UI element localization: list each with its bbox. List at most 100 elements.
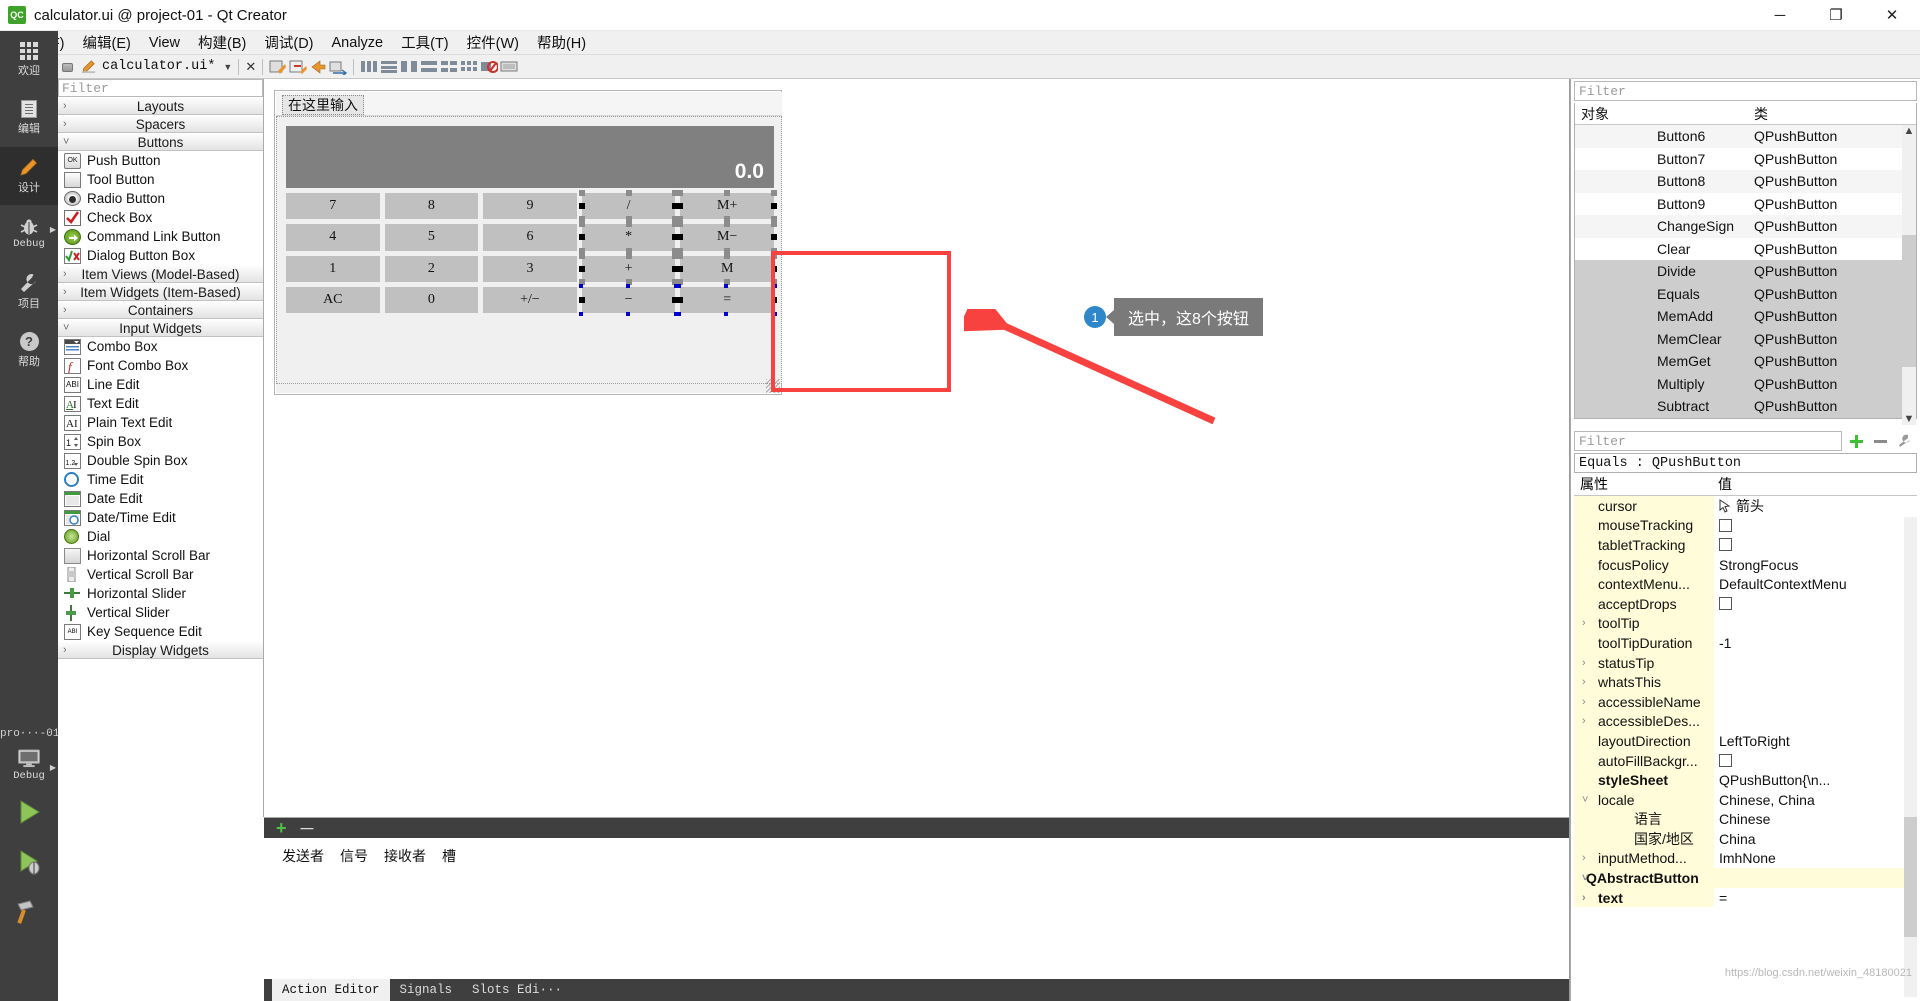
calc-button-2[interactable]: 2: [384, 255, 479, 282]
property-row-tooltip[interactable]: › toolTip: [1574, 613, 1917, 634]
resize-grip[interactable]: [766, 379, 780, 393]
widget-item-command-link-button[interactable]: Command Link Button: [58, 227, 263, 246]
widget-group-item-widgets[interactable]: › Item Widgets (Item-Based): [58, 283, 263, 301]
property-value-cell[interactable]: [1714, 653, 1917, 673]
object-row-equals[interactable]: Equals QPushButton: [1575, 282, 1916, 305]
lock-icon[interactable]: [62, 58, 79, 75]
widget-item-push-button[interactable]: OK Push Button: [58, 151, 263, 170]
widget-item-spin-box[interactable]: 1 Spin Box: [58, 432, 263, 451]
menu-build[interactable]: 构建(B): [189, 30, 255, 55]
property-value-cell[interactable]: [1714, 712, 1917, 732]
property-value-cell[interactable]: [1714, 692, 1917, 712]
form-menu-placeholder[interactable]: 在这里输入: [282, 95, 364, 115]
widget-item-date-edit[interactable]: Date Edit: [58, 489, 263, 508]
property-value-cell[interactable]: [1714, 868, 1917, 888]
chevron-right-icon[interactable]: ›: [1582, 892, 1586, 904]
object-row-memclear[interactable]: MemClear QPushButton: [1575, 327, 1916, 350]
property-value-cell[interactable]: [1714, 516, 1917, 536]
mode-debug[interactable]: Debug ▶: [0, 205, 58, 263]
menu-analyze[interactable]: Analyze: [323, 33, 393, 53]
property-checkbox[interactable]: [1719, 754, 1732, 768]
property-row-tablettracking[interactable]: tabletTracking: [1574, 535, 1917, 555]
property-row-[interactable]: 国家/地区 China: [1574, 829, 1917, 849]
calc-button-Mx[interactable]: M−: [677, 221, 777, 254]
widget-item-check-box[interactable]: Check Box: [58, 208, 263, 227]
object-inspector-filter[interactable]: Filter: [1574, 81, 1917, 101]
property-row-accessibledes[interactable]: › accessibleDes...: [1574, 711, 1917, 732]
mode-edit[interactable]: 编辑: [0, 89, 58, 147]
property-value-cell[interactable]: [1714, 672, 1917, 692]
property-row-stylesheet[interactable]: styleSheet QPushButton{\n...: [1574, 770, 1917, 790]
calc-button-+[interactable]: +: [578, 252, 679, 285]
calc-button-=[interactable]: =: [677, 283, 777, 316]
property-value-cell[interactable]: -1: [1714, 633, 1917, 653]
property-value-cell[interactable]: DefaultContextMenu: [1714, 574, 1917, 594]
start-debugging-button[interactable]: [0, 837, 58, 887]
property-row-qabstractbutton[interactable]: ˅ QAbstractButton: [1574, 868, 1917, 888]
property-value-cell[interactable]: [1714, 594, 1917, 614]
widget-item-key-sequence-edit[interactable]: ABI Key Sequence Edit: [58, 622, 263, 641]
build-button[interactable]: [0, 887, 58, 937]
object-inspector-scrollbar[interactable]: ▲ ▼: [1902, 125, 1916, 425]
property-value-cell[interactable]: StrongFocus: [1714, 555, 1917, 575]
widget-item-date-time-edit[interactable]: Date/Time Edit: [58, 508, 263, 527]
edit-pencil-icon[interactable]: [81, 59, 96, 74]
run-button[interactable]: [0, 787, 58, 837]
menu-help[interactable]: 帮助(H): [528, 30, 595, 55]
calc-button-/[interactable]: /: [578, 190, 679, 223]
widget-group-item-views[interactable]: › Item Views (Model-Based): [58, 265, 263, 283]
calc-button-x[interactable]: −: [578, 283, 679, 316]
menu-window[interactable]: 控件(W): [458, 30, 528, 55]
widget-item-vertical-scroll-bar[interactable]: Vertical Scroll Bar: [58, 565, 263, 584]
property-row-acceptdrops[interactable]: acceptDrops: [1574, 593, 1917, 614]
calculator-display[interactable]: 0.0: [286, 126, 774, 188]
property-value-cell[interactable]: LeftToRight: [1714, 731, 1917, 751]
calc-button-4[interactable]: 4: [286, 224, 380, 251]
calc-button-M+[interactable]: M+: [677, 190, 777, 223]
widget-item-time-edit[interactable]: Time Edit: [58, 470, 263, 489]
minus-icon[interactable]: [1873, 434, 1888, 449]
form-editor[interactable]: 在这里输入 0.0 7 8 9 / M+ 4 5 6 * M− 1 2 3 + M AC 0 +/− − = 1 选中…: [264, 79, 1570, 817]
calc-button-8[interactable]: 8: [384, 193, 479, 220]
widget-group-display-widgets[interactable]: › Display Widgets: [58, 641, 263, 659]
widget-item-radio-button[interactable]: Radio Button: [58, 189, 263, 208]
scroll-thumb[interactable]: [1904, 817, 1917, 937]
widget-item-line-edit[interactable]: ABI Line Edit: [58, 375, 263, 394]
property-value-cell[interactable]: [1714, 535, 1917, 555]
edit-buddies-icon[interactable]: [309, 58, 327, 75]
property-value-cell[interactable]: Chinese: [1714, 810, 1917, 830]
scroll-thumb[interactable]: [1902, 235, 1916, 367]
bottom-tab-slots-edi-[interactable]: Slots Edi···: [462, 979, 572, 1001]
property-row-contextmenu[interactable]: contextMenu... DefaultContextMenu: [1574, 574, 1917, 594]
calc-button-5[interactable]: 5: [384, 224, 479, 251]
chevron-right-icon[interactable]: ›: [1582, 617, 1586, 629]
widget-item-vertical-slider[interactable]: Vertical Slider: [58, 603, 263, 622]
layout-form-icon[interactable]: [440, 58, 458, 75]
object-row-memadd[interactable]: MemAdd QPushButton: [1575, 305, 1916, 328]
mode-projects[interactable]: 项目: [0, 263, 58, 321]
column-object[interactable]: 对象: [1575, 103, 1750, 124]
object-row-button6[interactable]: Button6 QPushButton: [1575, 125, 1916, 148]
property-editor-scrollbar[interactable]: [1904, 517, 1917, 997]
ss-column-0[interactable]: 发送者: [282, 846, 324, 866]
property-row-tooltipduration[interactable]: toolTipDuration -1: [1574, 633, 1917, 653]
chevron-right-icon[interactable]: ›: [1582, 696, 1586, 708]
column-value[interactable]: 值: [1714, 474, 1917, 494]
widget-box-filter[interactable]: Filter: [58, 79, 263, 97]
mode-help[interactable]: ? 帮助: [0, 321, 58, 379]
chevron-down-icon[interactable]: ▼: [223, 62, 232, 72]
widget-group-buttons[interactable]: ˅ Buttons: [58, 133, 263, 151]
wrench-icon[interactable]: [1897, 434, 1912, 449]
chevron-down-icon[interactable]: ˅: [1582, 872, 1588, 884]
widget-item-combo-box[interactable]: Combo Box: [58, 337, 263, 356]
minimize-button[interactable]: ─: [1752, 0, 1808, 31]
property-row-autofillbackgr[interactable]: autoFillBackgr...: [1574, 750, 1917, 771]
property-value-cell[interactable]: Chinese, China: [1714, 790, 1917, 810]
edit-signals-slots-icon[interactable]: [289, 58, 308, 75]
bottom-tab-action-editor[interactable]: Action Editor: [272, 979, 390, 1001]
property-row-inputmethod[interactable]: › inputMethod... ImhNone: [1574, 848, 1917, 869]
object-row-button8[interactable]: Button8 QPushButton: [1575, 170, 1916, 193]
property-row-text[interactable]: › text =: [1574, 887, 1917, 908]
layout-vertically-icon[interactable]: [380, 58, 398, 75]
column-property[interactable]: 属性: [1574, 474, 1714, 494]
